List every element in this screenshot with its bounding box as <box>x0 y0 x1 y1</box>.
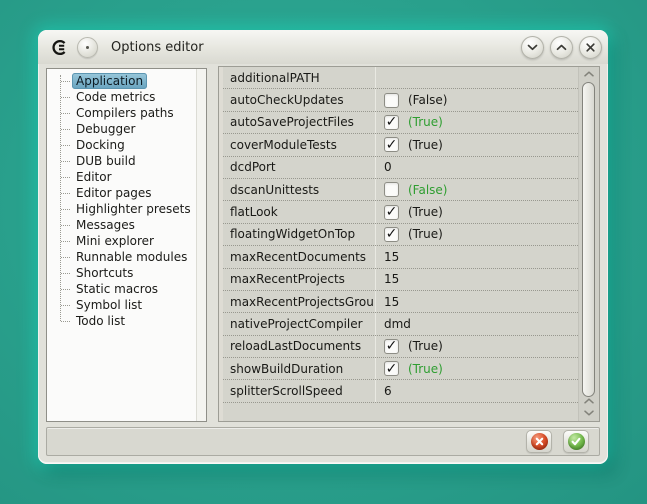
sidebar-item-symbol-list[interactable]: Symbol list <box>47 297 206 313</box>
prop-value[interactable]: 0 <box>376 157 578 178</box>
sidebar-item-static-macros[interactable]: Static macros <box>47 281 206 297</box>
grid-row: coverModuleTests ✓ (True) <box>223 134 578 156</box>
property-grid: additionalPATH autoCheckUpdates (False) … <box>218 66 600 422</box>
checkbox-checked[interactable]: ✓ <box>384 227 399 242</box>
window-title: Options editor <box>111 40 204 55</box>
prop-value[interactable]: (False) <box>376 179 578 200</box>
sidebar-item-compilers-paths[interactable]: Compilers paths <box>47 105 206 121</box>
vertical-scrollbar[interactable] <box>578 67 599 421</box>
grid-row: maxRecentProjectsGrou 15 <box>223 291 578 313</box>
maximize-button[interactable] <box>550 36 573 59</box>
checkbox-checked[interactable]: ✓ <box>384 339 399 354</box>
prop-name[interactable]: autoCheckUpdates <box>223 89 376 110</box>
button-bar <box>46 427 600 456</box>
chevron-up-icon <box>584 71 594 77</box>
grid-row: maxRecentProjects 15 <box>223 269 578 291</box>
sidebar-item-todo-list[interactable]: Todo list <box>47 313 206 329</box>
app-logo-icon <box>50 38 68 56</box>
prop-name[interactable]: additionalPATH <box>223 67 376 88</box>
sidebar-item-editor[interactable]: Editor <box>47 169 206 185</box>
grid-row: floatingWidgetOnTop ✓ (True) <box>223 224 578 246</box>
sidebar-item-application[interactable]: Application <box>47 73 206 89</box>
prop-value[interactable]: ✓ (True) <box>376 201 578 222</box>
prop-name[interactable]: showBuildDuration <box>223 358 376 379</box>
sidebar-item-docking[interactable]: Docking <box>47 137 206 153</box>
prop-name[interactable]: maxRecentProjectsGrou <box>223 291 376 312</box>
checkbox-checked[interactable]: ✓ <box>384 115 399 130</box>
sidebar-item-dub-build[interactable]: DUB build <box>47 153 206 169</box>
prop-name[interactable]: maxRecentDocuments <box>223 246 376 267</box>
prop-value[interactable]: ✓ (True) <box>376 112 578 133</box>
checkbox-unchecked[interactable] <box>384 182 399 197</box>
window-menu-button[interactable] <box>77 37 98 58</box>
grid-row: nativeProjectCompiler dmd <box>223 313 578 335</box>
grid-row: dscanUnittests (False) <box>223 179 578 201</box>
checkbox-unchecked[interactable] <box>384 93 399 108</box>
grid-row: autoSaveProjectFiles ✓ (True) <box>223 112 578 134</box>
prop-value[interactable]: 15 <box>376 246 578 267</box>
sidebar-item-mini-explorer[interactable]: Mini explorer <box>47 233 206 249</box>
scroll-up-button-bottom[interactable] <box>579 398 599 404</box>
scroll-thumb[interactable] <box>582 82 595 397</box>
category-tree: Application Code metrics Compilers paths… <box>47 69 206 329</box>
sidebar-item-runnable-modules[interactable]: Runnable modules <box>47 249 206 265</box>
prop-name[interactable]: dscanUnittests <box>223 179 376 200</box>
checkbox-checked[interactable]: ✓ <box>384 137 399 152</box>
prop-name[interactable]: nativeProjectCompiler <box>223 313 376 334</box>
grid-row: dcdPort 0 <box>223 157 578 179</box>
grid-rows: additionalPATH autoCheckUpdates (False) … <box>223 67 578 421</box>
prop-value[interactable]: ✓ (True) <box>376 224 578 245</box>
close-icon <box>585 42 596 53</box>
grid-row: splitterScrollSpeed 6 <box>223 380 578 402</box>
sidebar-item-debugger[interactable]: Debugger <box>47 121 206 137</box>
checkbox-checked[interactable]: ✓ <box>384 361 399 376</box>
prop-value[interactable]: (False) <box>376 89 578 110</box>
checkbox-checked[interactable]: ✓ <box>384 205 399 220</box>
prop-value[interactable]: 6 <box>376 380 578 401</box>
prop-name[interactable]: flatLook <box>223 201 376 222</box>
sidebar-item-editor-pages[interactable]: Editor pages <box>47 185 206 201</box>
grid-row: reloadLastDocuments ✓ (True) <box>223 336 578 358</box>
tree-scrollbar-track[interactable] <box>196 69 206 421</box>
sidebar-item-code-metrics[interactable]: Code metrics <box>47 89 206 105</box>
sidebar-item-shortcuts[interactable]: Shortcuts <box>47 265 206 281</box>
close-button[interactable] <box>579 36 602 59</box>
sidebar-item-messages[interactable]: Messages <box>47 217 206 233</box>
scroll-up-button[interactable] <box>579 71 599 77</box>
menu-dot-icon <box>86 46 89 49</box>
chevron-down-icon <box>584 410 594 416</box>
prop-value[interactable]: ✓ (True) <box>376 134 578 155</box>
prop-name[interactable]: coverModuleTests <box>223 134 376 155</box>
scroll-down-button[interactable] <box>579 410 599 416</box>
grid-row: showBuildDuration ✓ (True) <box>223 358 578 380</box>
grid-row: maxRecentDocuments 15 <box>223 246 578 268</box>
grid-row: autoCheckUpdates (False) <box>223 89 578 111</box>
prop-value[interactable]: 15 <box>376 269 578 290</box>
sidebar-item-highlighter-presets[interactable]: Highlighter presets <box>47 201 206 217</box>
grid-row: additionalPATH <box>223 67 578 89</box>
prop-name[interactable]: dcdPort <box>223 157 376 178</box>
shade-button[interactable] <box>521 36 544 59</box>
prop-value[interactable]: dmd <box>376 313 578 334</box>
prop-value[interactable]: ✓ (True) <box>376 336 578 357</box>
prop-name[interactable]: reloadLastDocuments <box>223 336 376 357</box>
category-tree-panel: Application Code metrics Compilers paths… <box>46 68 207 422</box>
cancel-button[interactable] <box>526 430 552 453</box>
prop-name[interactable]: maxRecentProjects <box>223 269 376 290</box>
chevron-up-icon <box>584 398 594 404</box>
options-editor-window: Options editor Application Code metrics … <box>38 30 608 464</box>
titlebar[interactable]: Options editor <box>38 30 608 64</box>
cancel-x-icon <box>531 433 548 450</box>
prop-name[interactable]: autoSaveProjectFiles <box>223 112 376 133</box>
prop-name[interactable]: floatingWidgetOnTop <box>223 224 376 245</box>
grid-row: flatLook ✓ (True) <box>223 201 578 223</box>
accept-check-icon <box>568 433 585 450</box>
prop-value[interactable]: 15 <box>376 291 578 312</box>
chevron-down-icon <box>527 44 538 51</box>
prop-name[interactable]: splitterScrollSpeed <box>223 380 376 401</box>
prop-value[interactable] <box>376 67 578 88</box>
chevron-up-icon <box>556 44 567 51</box>
prop-value[interactable]: ✓ (True) <box>376 358 578 379</box>
accept-button[interactable] <box>563 430 589 453</box>
